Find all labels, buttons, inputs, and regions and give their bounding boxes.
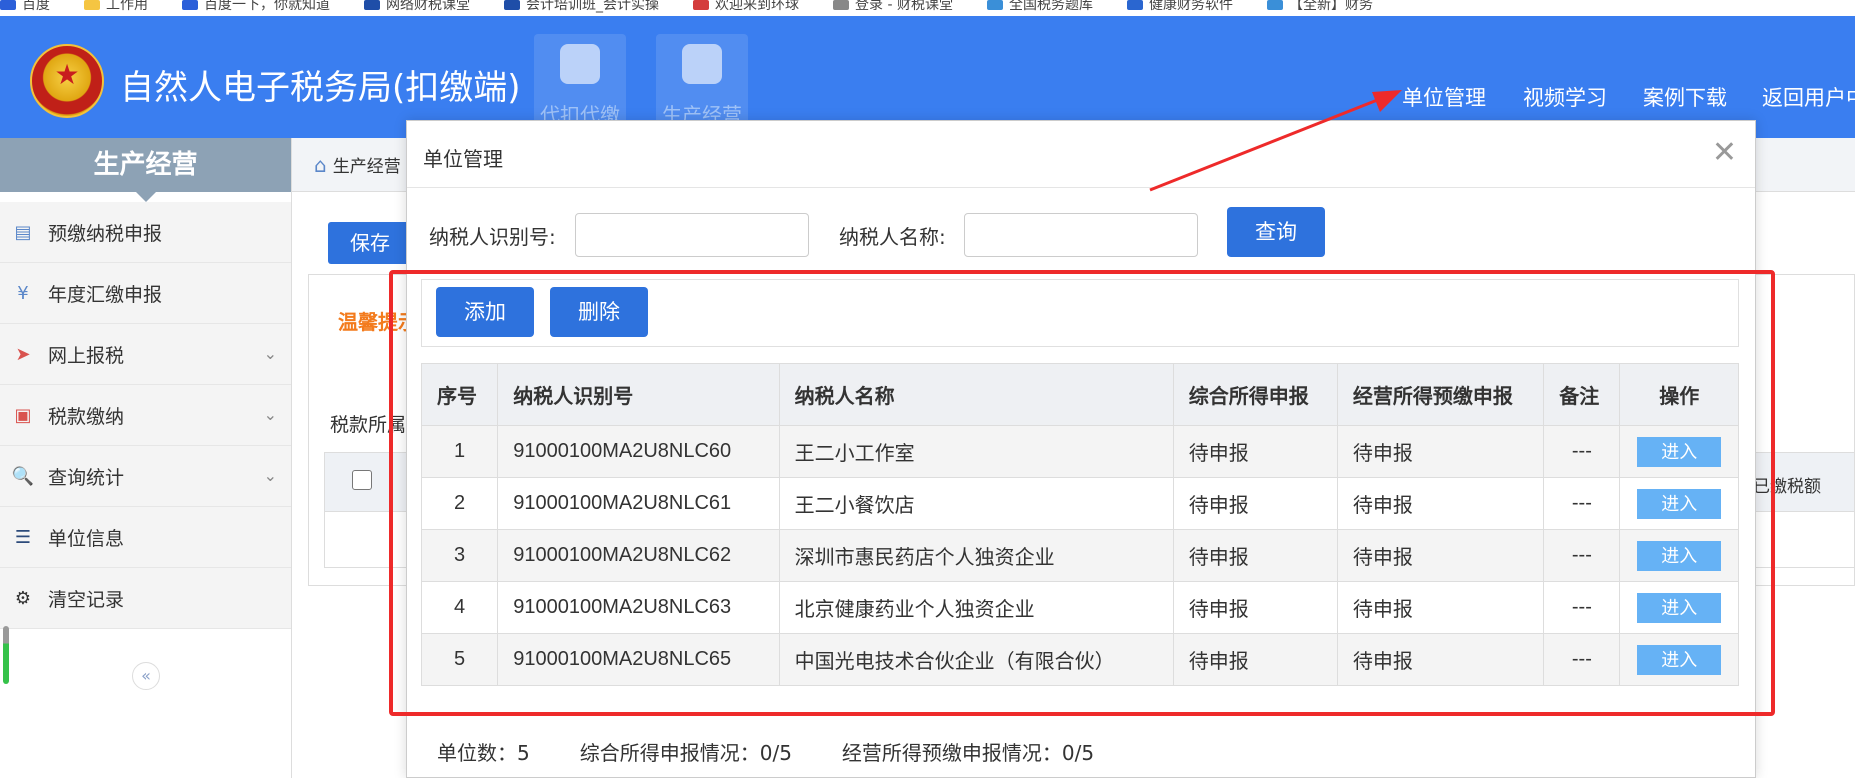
tax-icon	[504, 0, 520, 10]
sidebar-title: 生产经营	[0, 138, 291, 202]
bookmark-item[interactable]: 百度一下，你就知道	[182, 0, 330, 12]
bookmark-item[interactable]: 【全新】财务	[1266, 0, 1373, 12]
query-button[interactable]: 查询	[1227, 207, 1325, 257]
taxpayer-id-input[interactable]	[575, 213, 809, 257]
globe-icon	[833, 0, 849, 10]
bookmark-item[interactable]: 会计培训班_会计实操	[504, 0, 659, 12]
national-emblem-logo	[30, 44, 104, 118]
paw-icon	[0, 0, 16, 10]
taxpayer-name-label: 纳税人名称:	[839, 225, 946, 249]
sidebar-item-unit-info[interactable]: ☰ 单位信息	[0, 507, 291, 568]
clipboard-icon: ▤	[14, 221, 32, 243]
bookmark-item[interactable]: 欢迎来到环球	[693, 0, 799, 12]
sidebar-item-tax-payment[interactable]: ▣ 税款缴纳 ⌄	[0, 385, 291, 446]
sidebar-item-query[interactable]: 🔍 查询统计 ⌄	[0, 446, 291, 507]
nav-back-user-center[interactable]: 返回用户中心	[1762, 82, 1855, 112]
breadcrumb: ⌂ 生产经营	[314, 152, 401, 178]
doc-icon	[986, 0, 1003, 10]
home-icon[interactable]: ⌂	[314, 153, 327, 177]
paw-icon	[182, 0, 198, 10]
bookmark-bar: 百度 工作用 百度一下，你就知道 网络财税课堂 会计培训班_会计实操 欢迎来到环…	[0, 0, 1855, 16]
collapse-sidebar-button[interactable]: «	[132, 662, 160, 690]
divider	[407, 187, 1755, 188]
business-status: 经营所得预缴申报情况：0/5	[841, 741, 1095, 765]
annotation-highlight-box	[389, 270, 1775, 716]
gear-icon: ⚙	[14, 587, 32, 609]
summary-bar: 单位数：5 综合所得申报情况：0/5 经营所得预缴申报情况：0/5	[437, 737, 1144, 766]
bookmark-item[interactable]: 工作用	[84, 0, 148, 12]
close-icon[interactable]: ✕	[1712, 135, 1737, 170]
globe-icon	[693, 0, 709, 10]
taxpayer-id-label: 纳税人识别号:	[429, 225, 556, 249]
coins-icon	[682, 44, 722, 84]
select-all-checkbox[interactable]	[352, 470, 372, 490]
chevron-down-icon: ⌄	[263, 344, 277, 363]
save-button[interactable]: 保存	[328, 222, 412, 264]
search-doc-icon: 🔍	[11, 465, 35, 487]
send-icon: ➤	[15, 343, 31, 365]
sidebar-item-clear-records[interactable]: ⚙ 清空记录	[0, 568, 291, 629]
ok-icon	[1126, 0, 1143, 10]
bookmark-item[interactable]: 登录 - 财税课堂	[833, 0, 953, 12]
sidebar: 生产经营 ▤ 预缴纳税申报 ¥ 年度汇缴申报 ➤ 网上报税 ⌄ ▣ 税款缴纳 ⌄ 🔍 查询统计…	[0, 138, 292, 778]
nav-video-learning[interactable]: 视频学习	[1523, 82, 1607, 112]
bookmark-item[interactable]: 健康财务软件	[1126, 0, 1233, 12]
doc-icon	[1266, 0, 1283, 10]
bookmark-item[interactable]: 全国税务题库	[986, 0, 1093, 12]
monitor-icon: ▣	[14, 404, 32, 426]
dialog-title: 单位管理	[423, 147, 503, 171]
wallet-icon	[560, 44, 600, 84]
sidebar-item-annual[interactable]: ¥ 年度汇缴申报	[0, 263, 291, 324]
bookmark-item[interactable]: 网络财税课堂	[364, 0, 470, 12]
list-icon: ☰	[14, 526, 32, 548]
chevron-down-icon: ⌄	[263, 405, 277, 424]
yen-icon: ¥	[17, 282, 29, 304]
scroll-indicator[interactable]	[3, 626, 9, 684]
sidebar-item-prepay[interactable]: ▤ 预缴纳税申报	[0, 202, 291, 263]
unit-count: 单位数：5	[437, 741, 530, 765]
folder-icon	[84, 0, 100, 10]
site-title: 自然人电子税务局(扣缴端)	[120, 68, 521, 108]
taxpayer-name-input[interactable]	[964, 213, 1198, 257]
chevron-down-icon: ⌄	[263, 466, 277, 485]
sidebar-item-online-filing[interactable]: ➤ 网上报税 ⌄	[0, 324, 291, 385]
tax-icon	[364, 0, 380, 10]
nav-case-download[interactable]: 案例下载	[1643, 82, 1727, 112]
nav-unit-management[interactable]: 单位管理	[1402, 82, 1486, 112]
comprehensive-status: 综合所得申报情况：0/5	[579, 741, 792, 765]
bookmark-item[interactable]: 百度	[0, 0, 50, 12]
